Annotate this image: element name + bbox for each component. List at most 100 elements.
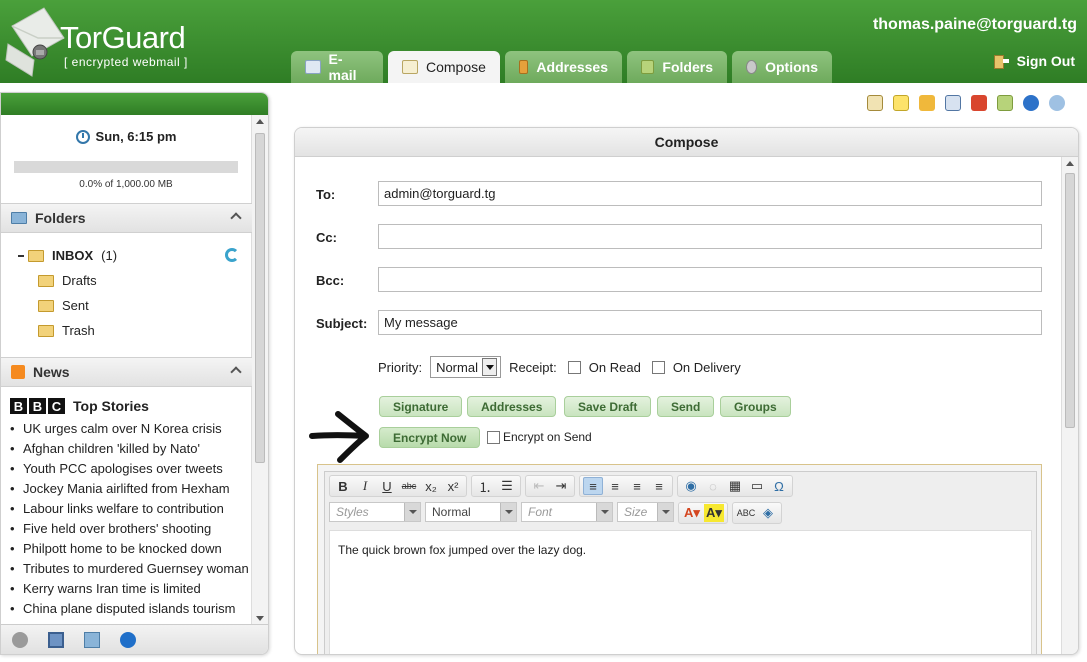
maximize-icon[interactable]: ◈ <box>758 504 778 522</box>
text-color-icon[interactable]: A▾ <box>682 504 702 522</box>
folder-sent[interactable]: Sent <box>38 298 89 313</box>
strikethrough-icon[interactable]: abc <box>399 477 419 495</box>
collapse-chevron-icon[interactable] <box>230 212 242 224</box>
align-group: ≡ ≡ ≡ ≡ <box>579 475 673 497</box>
unlink-icon[interactable]: ◌ <box>703 477 723 495</box>
subject-field[interactable] <box>378 310 1042 335</box>
encrypt-on-send[interactable]: Encrypt on Send <box>487 430 592 444</box>
size-combo[interactable]: Size <box>617 502 674 522</box>
news-panel-header[interactable]: News <box>1 357 252 387</box>
settings-gear-icon[interactable] <box>12 631 28 648</box>
chevron-down-icon <box>657 503 673 521</box>
folder-icon[interactable] <box>84 631 100 648</box>
align-center-icon[interactable]: ≡ <box>605 477 625 495</box>
scroll-up-icon[interactable] <box>1066 161 1074 166</box>
superscript-icon[interactable]: x² <box>443 477 463 495</box>
table-icon[interactable]: ▦ <box>725 477 745 495</box>
horizontal-rule-icon[interactable]: ▭ <box>747 477 767 495</box>
folder-icon[interactable] <box>997 95 1013 111</box>
calendar-icon[interactable] <box>945 95 961 111</box>
addresses-button[interactable]: Addresses <box>467 396 557 417</box>
tab-addresses[interactable]: Addresses <box>505 51 622 83</box>
indent-icon[interactable]: ⇥ <box>551 477 571 495</box>
inbox-count: (1) <box>101 248 118 263</box>
folder-drafts[interactable]: Drafts <box>38 273 97 288</box>
news-item[interactable]: Youth PCC apologises over tweets <box>10 459 250 479</box>
note-icon[interactable] <box>893 95 909 111</box>
to-field[interactable] <box>378 181 1042 206</box>
news-item[interactable]: Tributes to murdered Guernsey woman <box>10 559 250 579</box>
news-item[interactable]: China plane disputed islands tourism <box>10 599 250 619</box>
bookmark-icon[interactable] <box>971 95 987 111</box>
subscript-icon[interactable]: x₂ <box>421 477 441 495</box>
scroll-thumb[interactable] <box>255 133 265 463</box>
info-icon[interactable] <box>120 631 136 648</box>
folder-inbox[interactable]: INBOX (1) <box>28 248 117 263</box>
compose-title: Compose <box>295 128 1078 157</box>
align-left-icon[interactable]: ≡ <box>583 477 603 495</box>
encrypt-now-button[interactable]: Encrypt Now <box>379 427 481 448</box>
align-right-icon[interactable]: ≡ <box>627 477 647 495</box>
news-item[interactable]: Kerry warns Iran time is limited <box>10 579 250 599</box>
groups-button[interactable]: Groups <box>720 396 791 417</box>
monitor-icon[interactable] <box>48 631 64 648</box>
news-item[interactable]: UK urges calm over N Korea crisis <box>10 419 250 439</box>
folder-trash[interactable]: Trash <box>38 323 95 338</box>
justify-icon[interactable]: ≡ <box>649 477 669 495</box>
priority-select[interactable]: Normal <box>430 356 502 378</box>
clipboard-icon[interactable] <box>867 95 883 111</box>
user-email: thomas.paine@torguard.tg <box>872 16 1077 33</box>
tab-options[interactable]: Options <box>732 51 832 83</box>
encrypt-on-send-checkbox[interactable] <box>487 430 500 444</box>
news-item[interactable]: Labour links welfare to contribution <box>10 499 250 519</box>
scroll-thumb[interactable] <box>1065 173 1075 428</box>
collapse-tree-icon[interactable] <box>18 255 24 257</box>
font-label: Font <box>528 505 553 519</box>
sidebar-scrollbar[interactable] <box>251 115 268 625</box>
news-item[interactable]: Five held over brothers' shooting <box>10 519 250 539</box>
search-icon[interactable] <box>1049 95 1065 111</box>
scroll-up-icon[interactable] <box>256 119 264 124</box>
background-color-icon[interactable]: A▾ <box>704 504 724 522</box>
format-combo[interactable]: Normal <box>425 502 517 522</box>
signature-button[interactable]: Signature <box>379 396 463 417</box>
on-read-checkbox[interactable] <box>567 360 581 374</box>
news-item[interactable]: Philpott home to be knocked down <box>10 539 250 559</box>
bold-icon[interactable]: B <box>333 477 353 495</box>
editor-toolbar-row-1: B I U abc x₂ x² ⒈ ☰ ⇤ ⇥ ≡ ≡ ≡ ≡ ◉ ◌ ▦ ▭ … <box>329 475 793 497</box>
on-delivery-checkbox[interactable] <box>651 360 665 374</box>
address-book-icon <box>519 60 529 74</box>
save-draft-button[interactable]: Save Draft <box>564 396 652 417</box>
spellcheck-icon[interactable]: ABC <box>736 504 756 522</box>
folders-panel-header[interactable]: Folders <box>1 203 252 233</box>
bullet-list-icon[interactable]: ☰ <box>497 477 517 495</box>
underline-icon[interactable]: U <box>377 477 397 495</box>
tab-compose[interactable]: Compose <box>388 51 500 83</box>
on-delivery-label: On Delivery <box>672 359 741 375</box>
cc-field[interactable] <box>378 224 1042 249</box>
collapse-chevron-icon[interactable] <box>230 366 242 378</box>
tab-email[interactable]: E-mail <box>291 51 383 83</box>
link-icon[interactable]: ◉ <box>681 477 701 495</box>
italic-icon[interactable]: I <box>355 477 375 495</box>
bcc-field[interactable] <box>378 267 1042 292</box>
styles-combo[interactable]: Styles <box>329 502 421 522</box>
editor-body[interactable]: The quick brown fox jumped over the lazy… <box>329 530 1032 654</box>
special-char-icon[interactable]: Ω <box>769 477 789 495</box>
key-icon[interactable] <box>919 95 935 111</box>
font-combo[interactable]: Font <box>521 502 613 522</box>
news-item[interactable]: Jockey Mania airlifted from Hexham <box>10 479 250 499</box>
news-item[interactable]: Afghan children 'killed by Nato' <box>10 439 250 459</box>
numbered-list-icon[interactable]: ⒈ <box>475 477 495 495</box>
compose-scrollbar[interactable] <box>1061 157 1078 654</box>
outdent-icon[interactable]: ⇤ <box>529 477 549 495</box>
sign-out-link[interactable]: Sign Out <box>993 53 1075 69</box>
scroll-down-icon[interactable] <box>256 616 264 621</box>
send-button[interactable]: Send <box>657 396 715 417</box>
help-icon[interactable] <box>1023 95 1039 111</box>
tab-folders[interactable]: Folders <box>627 51 727 83</box>
refresh-icon[interactable] <box>225 248 239 262</box>
priority-label: Priority: <box>378 359 423 375</box>
format-label: Normal <box>432 505 471 519</box>
tools-group: ABC ◈ <box>732 502 782 524</box>
